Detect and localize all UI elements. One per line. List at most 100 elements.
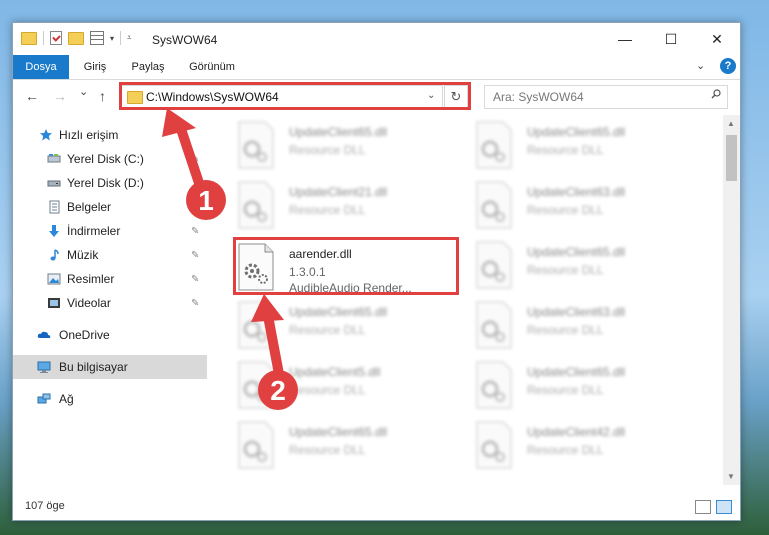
file-type: Resource DLL <box>527 383 604 397</box>
sidebar-item-network[interactable]: Ağ <box>13 387 207 411</box>
search-box[interactable]: Ara: SysWOW64 <box>484 85 728 109</box>
sidebar-item-disk-c[interactable]: Yerel Disk (C:) ✎ <box>13 147 207 171</box>
pin-icon[interactable]: ✎ <box>191 250 199 261</box>
sidebar-item-pictures[interactable]: Resimler ✎ <box>13 267 207 291</box>
sidebar-item-label: Hızlı erişim <box>59 128 119 142</box>
tab-dosya[interactable]: Dosya <box>13 55 69 79</box>
computer-icon <box>37 361 51 373</box>
explorer-window: ▾ ⩡ SysWOW64 — ☐ ✕ Dosya Giriş Paylaş Gö… <box>12 22 741 521</box>
help-icon[interactable]: ? <box>720 58 736 74</box>
list-item[interactable]: UpdateClient65.dll Resource DLL <box>237 301 467 361</box>
toolbar-separator <box>43 31 44 45</box>
sidebar-item-label: Resimler <box>67 272 115 286</box>
dll-file-icon <box>476 361 512 409</box>
dll-file-icon <box>238 301 274 349</box>
toolbar-separator <box>120 31 122 45</box>
search-icon[interactable] <box>711 89 721 99</box>
pin-icon[interactable]: ✎ <box>191 298 199 309</box>
recent-locations-button[interactable]: ⌄ <box>79 85 88 98</box>
list-item[interactable]: UpdateClient65.dll Resource DLL <box>237 121 467 181</box>
properties-check-icon[interactable] <box>50 31 62 45</box>
list-item[interactable]: UpdateClient63.dll Resource DLL <box>475 301 705 361</box>
maximize-button[interactable]: ☐ <box>648 23 694 55</box>
pin-icon[interactable]: ✎ <box>191 226 199 237</box>
file-name: UpdateClient65.dll <box>289 305 388 319</box>
file-name: UpdateClient65.dll <box>527 365 626 379</box>
file-type: Resource DLL <box>289 143 366 157</box>
pin-icon[interactable]: ✎ <box>191 274 199 285</box>
file-name: UpdateClient65.dll <box>527 125 626 139</box>
minimize-button[interactable]: — <box>602 23 648 55</box>
list-properties-icon[interactable] <box>90 31 104 45</box>
back-button[interactable]: ← <box>25 88 39 104</box>
window-controls: — ☐ ✕ <box>602 23 740 55</box>
list-item[interactable]: UpdateClient65.dll Resource DLL <box>475 121 705 181</box>
list-item[interactable]: UpdateClient65.dll Resource DLL <box>475 361 705 421</box>
search-input[interactable]: Ara: SysWOW64 <box>493 90 584 104</box>
tab-gorunum[interactable]: Görünüm <box>179 55 245 79</box>
sidebar-item-documents[interactable]: Belgeler ✎ <box>13 195 207 219</box>
pin-icon[interactable]: ✎ <box>191 202 199 213</box>
tab-giris[interactable]: Giriş <box>73 55 117 79</box>
file-name: UpdateClient65.dll <box>289 425 388 439</box>
ribbon-tabs: Dosya Giriş Paylaş Görünüm ⌄ ? <box>13 55 740 80</box>
list-item[interactable]: UpdateClient65.dll Resource DLL <box>475 241 705 301</box>
up-button[interactable]: ↑ <box>99 88 106 104</box>
list-item[interactable]: UpdateClient42.dll Resource DLL <box>475 421 705 481</box>
list-item[interactable]: UpdateClient65.dll Resource DLL <box>237 421 467 481</box>
folder-icon <box>21 31 37 45</box>
file-name: UpdateClient63.dll <box>527 305 626 319</box>
chevron-down-icon[interactable]: ▾ <box>110 34 114 43</box>
close-button[interactable]: ✕ <box>694 23 740 55</box>
file-name: UpdateClient63.dll <box>527 185 626 199</box>
scroll-down-icon[interactable]: ▼ <box>727 472 735 481</box>
file-type: Resource DLL <box>289 383 366 397</box>
large-icons-view-icon[interactable] <box>716 500 732 514</box>
forward-button[interactable]: → <box>53 88 67 104</box>
file-type: Resource DLL <box>527 323 604 337</box>
file-type: Resource DLL <box>289 443 366 457</box>
dll-file-icon <box>476 421 512 469</box>
status-bar: 107 öge <box>13 495 740 519</box>
sidebar-item-label: Yerel Disk (D:) <box>67 176 144 190</box>
sidebar-item-disk-d[interactable]: Yerel Disk (D:) <box>13 171 207 195</box>
sidebar-item-this-pc[interactable]: Bu bilgisayar <box>13 355 207 379</box>
sidebar-item-label: Videolar <box>67 296 111 310</box>
dll-file-icon <box>476 121 512 169</box>
sidebar-item-quick-access[interactable]: Hızlı erişim <box>13 123 207 147</box>
dll-file-icon <box>238 121 274 169</box>
details-view-icon[interactable] <box>695 500 711 514</box>
customize-toolbar-icon[interactable]: ⩡ <box>127 33 132 43</box>
sidebar-item-label: İndirmeler <box>67 224 121 238</box>
scroll-up-icon[interactable]: ▲ <box>727 119 735 128</box>
item-count: 107 öge <box>25 500 65 512</box>
file-name: UpdateClient21.dll <box>289 185 388 199</box>
sidebar-item-videos[interactable]: Videolar ✎ <box>13 291 207 315</box>
video-icon <box>48 298 60 308</box>
sidebar-item-music[interactable]: Müzik ✎ <box>13 243 207 267</box>
file-name: UpdateClient42.dll <box>527 425 626 439</box>
vertical-scrollbar[interactable]: ▲ ▼ <box>723 115 740 485</box>
address-highlight-box <box>119 82 471 110</box>
scroll-thumb[interactable] <box>726 135 737 181</box>
list-item[interactable]: UpdateClient63.dll Resource DLL <box>475 181 705 241</box>
file-type: Resource DLL <box>527 203 604 217</box>
sidebar-item-downloads[interactable]: İndirmeler ✎ <box>13 219 207 243</box>
list-item[interactable]: UpdateClient5.dll Resource DLL <box>237 361 467 421</box>
expand-ribbon-icon[interactable]: ⌄ <box>696 59 705 72</box>
pin-icon[interactable]: ✎ <box>191 154 199 165</box>
sidebar-item-onedrive[interactable]: OneDrive <box>13 323 207 347</box>
drive-icon <box>47 154 61 163</box>
dll-file-icon <box>476 241 512 289</box>
download-icon <box>49 225 59 237</box>
sidebar-item-label: OneDrive <box>59 328 110 342</box>
sidebar-item-label: Belgeler <box>67 200 112 214</box>
title-bar: ▾ ⩡ SysWOW64 — ☐ ✕ <box>13 23 740 55</box>
star-icon <box>40 129 52 141</box>
list-item[interactable]: UpdateClient21.dll Resource DLL <box>237 181 467 241</box>
sidebar-item-label: Yerel Disk (C:) <box>67 152 144 166</box>
quick-access-toolbar: ▾ ⩡ <box>21 31 132 45</box>
new-folder-icon[interactable] <box>68 31 84 45</box>
tab-paylas[interactable]: Paylaş <box>123 55 173 79</box>
cloud-icon <box>37 331 51 338</box>
